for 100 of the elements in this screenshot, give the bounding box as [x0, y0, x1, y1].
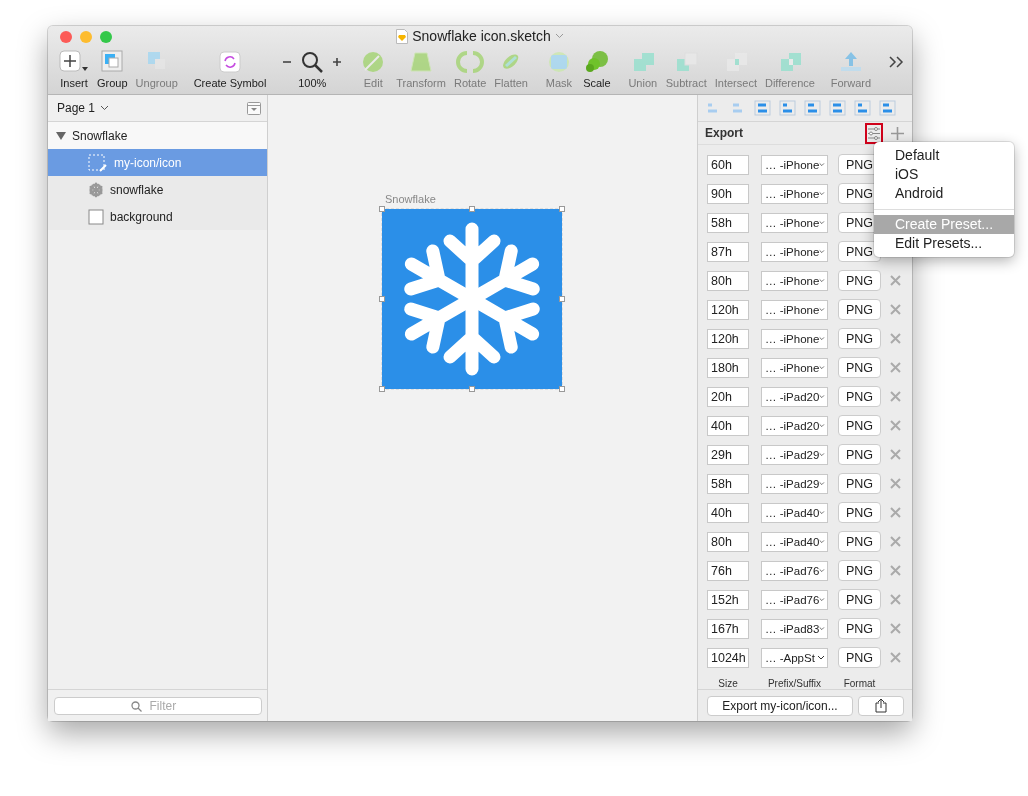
resize-handle[interactable]: [469, 386, 475, 392]
format-dropdown[interactable]: PNG: [838, 299, 881, 321]
resize-handle[interactable]: [559, 206, 565, 212]
zoom-tool[interactable]: 100%: [279, 50, 346, 89]
suffix-dropdown[interactable]: … -AppSt: [761, 647, 828, 668]
layer-row[interactable]: snowflake: [48, 176, 267, 203]
suffix-dropdown[interactable]: … -iPad76: [761, 560, 828, 581]
format-dropdown[interactable]: PNG: [838, 618, 881, 640]
resize-handle[interactable]: [379, 206, 385, 212]
format-dropdown[interactable]: PNG: [838, 589, 881, 611]
align-top-icon[interactable]: [829, 99, 846, 116]
add-icon[interactable]: [891, 126, 904, 140]
resize-handle[interactable]: [559, 296, 565, 302]
close-icon[interactable]: [890, 449, 901, 461]
close-icon[interactable]: [890, 536, 901, 548]
resize-handle[interactable]: [469, 206, 475, 212]
size-field[interactable]: 40h: [707, 415, 749, 436]
disclosure-triangle-icon[interactable]: [56, 130, 66, 141]
close-icon[interactable]: [890, 507, 901, 519]
suffix-dropdown[interactable]: … -iPhone: [761, 212, 828, 233]
format-dropdown[interactable]: PNG: [838, 386, 881, 408]
suffix-dropdown[interactable]: … -iPad40: [761, 531, 828, 552]
align-bottom-icon[interactable]: [879, 99, 896, 116]
suffix-dropdown[interactable]: … -iPhone: [761, 270, 828, 291]
filter-field[interactable]: Filter: [53, 696, 262, 715]
size-field[interactable]: 58h: [707, 473, 749, 494]
close-icon[interactable]: [890, 565, 901, 577]
suffix-dropdown[interactable]: … -iPad40: [761, 502, 828, 523]
close-icon[interactable]: [890, 594, 901, 606]
close-icon[interactable]: [890, 623, 901, 635]
align-center-icon[interactable]: [779, 99, 796, 116]
suffix-dropdown[interactable]: … -iPad76: [761, 589, 828, 610]
align-middle-icon[interactable]: [854, 99, 871, 116]
resize-handle[interactable]: [559, 386, 565, 392]
close-icon[interactable]: [890, 391, 901, 403]
suffix-dropdown[interactable]: … -iPhone: [761, 241, 828, 262]
suffix-dropdown[interactable]: … -iPhone: [761, 299, 828, 320]
suffix-dropdown[interactable]: … -iPhone: [761, 357, 828, 378]
group-tool[interactable]: Group: [94, 50, 131, 89]
suffix-dropdown[interactable]: … -iPad29: [761, 444, 828, 465]
symbol-tool[interactable]: Create Symbol: [190, 50, 270, 89]
size-field[interactable]: 76h: [707, 560, 749, 581]
close-icon[interactable]: [890, 478, 901, 490]
suffix-dropdown[interactable]: … -iPhone: [761, 154, 828, 175]
close-icon[interactable]: [890, 333, 901, 345]
format-dropdown[interactable]: PNG: [838, 560, 881, 582]
size-field[interactable]: 58h: [707, 212, 749, 233]
format-dropdown[interactable]: PNG: [838, 531, 881, 553]
layer-row[interactable]: Snowflake: [48, 122, 267, 149]
format-dropdown[interactable]: PNG: [838, 357, 881, 379]
size-field[interactable]: 29h: [707, 444, 749, 465]
format-dropdown[interactable]: PNG: [838, 270, 881, 292]
chevron-down-icon[interactable]: [554, 33, 564, 39]
size-field[interactable]: 80h: [707, 270, 749, 291]
size-field[interactable]: 120h: [707, 299, 749, 320]
presets-button[interactable]: [865, 122, 883, 144]
format-dropdown[interactable]: PNG: [838, 473, 881, 495]
size-field[interactable]: 87h: [707, 241, 749, 262]
suffix-dropdown[interactable]: … -iPhone: [761, 183, 828, 204]
close-icon[interactable]: [890, 420, 901, 432]
export-title: Export: [705, 126, 744, 141]
export-button[interactable]: Export my-icon/icon...: [707, 695, 853, 716]
zoom-button[interactable]: [100, 31, 112, 43]
size-field[interactable]: 167h: [707, 618, 749, 639]
size-field[interactable]: 1024h: [707, 647, 749, 668]
page-selector[interactable]: Page 1: [57, 101, 110, 115]
search-icon[interactable]: [300, 50, 325, 74]
align-left-icon[interactable]: [754, 99, 771, 116]
close-icon[interactable]: [890, 304, 901, 316]
size-field[interactable]: 20h: [707, 386, 749, 407]
suffix-dropdown[interactable]: … -iPad20: [761, 386, 828, 407]
size-field[interactable]: 180h: [707, 357, 749, 378]
size-field[interactable]: 80h: [707, 531, 749, 552]
share-button[interactable]: [858, 695, 904, 716]
size-field[interactable]: 120h: [707, 328, 749, 349]
close-button[interactable]: [60, 31, 72, 43]
format-dropdown[interactable]: PNG: [838, 502, 881, 524]
format-dropdown[interactable]: PNG: [838, 647, 881, 669]
size-field[interactable]: 60h: [707, 154, 749, 175]
suffix-dropdown[interactable]: … -iPhone: [761, 328, 828, 349]
format-dropdown[interactable]: PNG: [838, 328, 881, 350]
resize-handle[interactable]: [379, 296, 385, 302]
format-dropdown[interactable]: PNG: [838, 415, 881, 437]
suffix-dropdown[interactable]: … -iPad20: [761, 415, 828, 436]
suffix-dropdown[interactable]: … -iPad29: [761, 473, 828, 494]
resize-handle[interactable]: [379, 386, 385, 392]
align-right-icon[interactable]: [804, 99, 821, 116]
size-field[interactable]: 40h: [707, 502, 749, 523]
close-icon[interactable]: [890, 275, 901, 287]
format-dropdown[interactable]: PNG: [838, 444, 881, 466]
insert-tool[interactable]: Insert: [56, 50, 92, 89]
layer-row[interactable]: background: [48, 203, 267, 230]
scale-tool[interactable]: Scale: [578, 50, 615, 89]
chevron-down-icon: [819, 307, 825, 313]
close-icon[interactable]: [890, 652, 901, 664]
collapse-icon[interactable]: [247, 101, 261, 115]
close-icon[interactable]: [890, 362, 901, 374]
size-field[interactable]: 152h: [707, 589, 749, 610]
size-field[interactable]: 90h: [707, 183, 749, 204]
suffix-dropdown[interactable]: … -iPad83: [761, 618, 828, 639]
